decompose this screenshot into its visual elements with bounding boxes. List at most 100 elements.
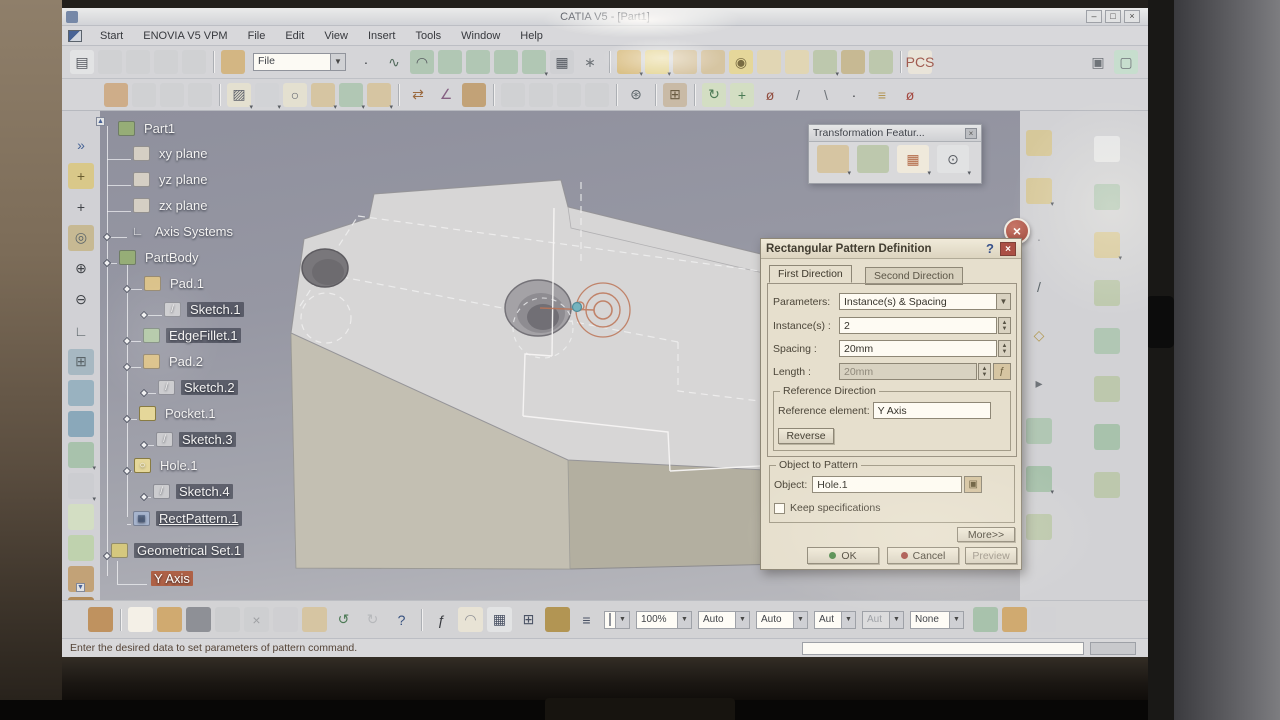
menu-start[interactable]: Start [90, 28, 133, 44]
tree-item-sketch4[interactable]: / Sketch.4 [153, 481, 233, 501]
boundary-icon[interactable] [1026, 514, 1052, 540]
object-field[interactable]: Hole.1 [812, 476, 962, 493]
split-icon[interactable] [1094, 184, 1120, 210]
sweep-surface-icon[interactable] [438, 50, 462, 74]
measure-item-icon[interactable]: ∠ [434, 83, 458, 107]
select-object-icon[interactable]: ▣ [964, 476, 982, 493]
tree-item-zx-plane[interactable]: zx plane [133, 195, 210, 215]
calculator-icon[interactable]: ▦ [487, 607, 512, 632]
paste-icon[interactable] [302, 607, 327, 632]
combo-value[interactable]: Aut [814, 611, 842, 629]
tree-item-yz-plane[interactable]: yz plane [133, 169, 210, 189]
catalog-list-icon[interactable]: ≡ [574, 607, 599, 632]
plane-icon[interactable]: ◇ [1026, 322, 1052, 348]
pad-icon[interactable] [617, 50, 641, 74]
menu-window[interactable]: Window [451, 28, 510, 44]
tree-item-geometrical-set1[interactable]: Geometrical Set.1 [111, 540, 244, 560]
point-style-combo[interactable]: Aut ▼ [814, 611, 856, 629]
power-input-field[interactable] [802, 642, 1084, 655]
dialog-toggle-icon[interactable] [1090, 642, 1136, 655]
tree-expand-node[interactable] [140, 493, 148, 501]
tile-window-icon[interactable]: ▣ [1086, 50, 1110, 74]
open-icon[interactable] [157, 607, 182, 632]
line-type-combo[interactable]: Auto ▼ [756, 611, 808, 629]
tree-expand-node[interactable] [103, 552, 111, 560]
menu-tools[interactable]: Tools [405, 28, 451, 44]
tree-expand-node[interactable] [103, 259, 111, 267]
menu-view[interactable]: View [314, 28, 358, 44]
render-style-combo[interactable]: None ▼ [910, 611, 964, 629]
tree-expand-node[interactable] [123, 363, 131, 371]
spacing-spinner[interactable]: ▲▼ [998, 340, 1011, 357]
point-icon[interactable]: · [354, 50, 378, 74]
design-table-icon[interactable]: ⊞ [516, 607, 541, 632]
line-weight-combo[interactable]: Auto ▼ [698, 611, 750, 629]
tree-item-sketch3[interactable]: / Sketch.3 [156, 429, 236, 449]
mirror-body-icon[interactable] [1094, 424, 1120, 450]
tree-expand-node[interactable] [123, 285, 131, 293]
tree-item-pad2[interactable]: Pad.2 [143, 351, 206, 371]
pocket-icon[interactable] [645, 50, 669, 74]
sew-surface-icon[interactable] [1094, 328, 1120, 354]
zoom-combo[interactable]: 100% ▼ [636, 611, 692, 629]
open-folder-icon[interactable] [221, 50, 245, 74]
tree-scroll-down[interactable]: ▼ [76, 583, 85, 592]
print-icon[interactable] [215, 607, 240, 632]
paint-bucket-icon[interactable] [88, 607, 113, 632]
menu-insert[interactable]: Insert [358, 28, 406, 44]
reverse-button[interactable]: Reverse [778, 428, 834, 444]
tree-expand-node[interactable] [123, 415, 131, 423]
positioned-sketch-icon[interactable] [255, 83, 279, 107]
multi-output-icon[interactable] [1026, 178, 1052, 204]
chevron-down-icon[interactable]: ▼ [842, 611, 856, 629]
shaft-icon[interactable] [673, 50, 697, 74]
formula-icon[interactable]: ƒ [993, 363, 1011, 380]
pen-icon[interactable] [1002, 607, 1027, 632]
mean-dimensions-icon[interactable]: ø [758, 83, 782, 107]
tree-expand-node[interactable] [123, 337, 131, 345]
measure-between-icon[interactable]: ⇄ [406, 83, 430, 107]
no-show-icon[interactable]: ø [898, 83, 922, 107]
formula-icon[interactable]: ƒ [429, 607, 454, 632]
close-icon[interactable]: × [1000, 242, 1016, 256]
spray-icon[interactable]: ∗ [578, 50, 602, 74]
instances-field[interactable]: 2 [839, 317, 997, 334]
grid-icon[interactable]: ▦ [550, 50, 574, 74]
rectangular-pattern-icon[interactable]: ▦ [897, 145, 929, 173]
lock-icon[interactable] [545, 607, 570, 632]
tree-expand-node[interactable] [103, 233, 111, 241]
eraser-icon[interactable] [973, 607, 998, 632]
tree-expand-node[interactable] [140, 311, 148, 319]
more-button[interactable]: More>> [957, 527, 1015, 542]
chevron-down-icon[interactable]: ▼ [736, 611, 750, 629]
chevron-down-icon[interactable]: ▼ [331, 53, 346, 71]
new-document-icon[interactable] [128, 607, 153, 632]
extrude-surface-icon[interactable]: ◠ [410, 50, 434, 74]
direction-handle[interactable] [573, 303, 582, 312]
file-combo-value[interactable]: File [253, 53, 331, 71]
tree-item-pad1[interactable]: Pad.1 [144, 273, 207, 293]
chevron-down-icon[interactable]: ▼ [678, 611, 692, 629]
chevron-down-icon[interactable]: ▼ [950, 611, 964, 629]
slot-icon[interactable] [785, 50, 809, 74]
rib-icon[interactable] [757, 50, 781, 74]
menu-help[interactable]: Help [510, 28, 553, 44]
minimize-button[interactable]: – [1086, 10, 1102, 23]
preview-button[interactable]: Preview [965, 547, 1017, 564]
catalog-browser-icon[interactable]: ⊞ [663, 83, 687, 107]
stiffener-icon[interactable] [813, 50, 837, 74]
wireframe-tools-icon[interactable] [367, 83, 391, 107]
tree-item-y-axis[interactable]: Y Axis [151, 568, 193, 588]
close-button[interactable]: × [1124, 10, 1140, 23]
keep-specifications-checkbox[interactable] [774, 503, 785, 514]
toolbar-title-bar[interactable]: Transformation Featur... × [809, 125, 981, 142]
scale-body-icon[interactable] [1094, 472, 1120, 498]
pcs-icon[interactable]: PCS [908, 50, 932, 74]
sketch-tools-icon[interactable] [1026, 130, 1052, 156]
undo-icon[interactable]: ↺ [331, 607, 356, 632]
line-icon[interactable]: / [1026, 274, 1052, 300]
tree-item-hole1[interactable]: ○ Hole.1 [134, 455, 201, 475]
loft-icon[interactable] [869, 50, 893, 74]
translate-body-icon[interactable] [1094, 376, 1120, 402]
publication-icon[interactable] [104, 83, 128, 107]
